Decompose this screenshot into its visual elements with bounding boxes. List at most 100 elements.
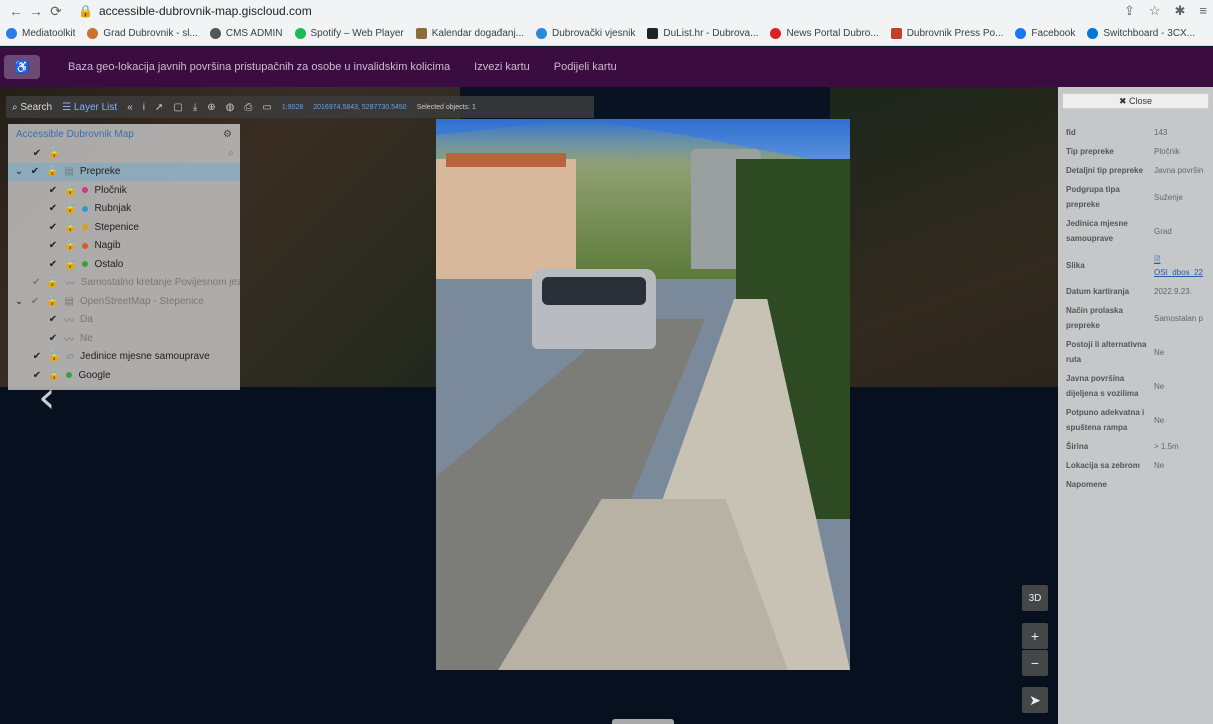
bookmark[interactable]: Mediatoolkit [6, 28, 75, 39]
layer-item-ne[interactable]: ✔ 〰 Ne [8, 329, 240, 348]
attribute-key: Detaljni tip prepreke [1066, 166, 1143, 175]
export-map-link[interactable]: Izvezi kartu [474, 61, 530, 73]
3d-button[interactable]: 3D [1022, 585, 1048, 611]
layer-item-rubnjak[interactable]: ✔ 🔒 Rubnjak [8, 200, 240, 219]
bookmark[interactable]: Dubrovački vjesnik [536, 28, 635, 39]
lock-icon: 🔒 [64, 203, 77, 215]
bookmark[interactable]: DuList.hr - Dubrova... [647, 28, 758, 39]
attribute-value: Ne [1154, 381, 1165, 391]
info-icon[interactable]: i [143, 102, 145, 113]
address-bar[interactable]: 🔒 accessible-dubrovnik-map.giscloud.com [78, 4, 312, 18]
bookmark[interactable]: CMS ADMIN [209, 28, 283, 39]
check-icon[interactable]: ✔ [48, 333, 58, 344]
search-icon[interactable]: ⌕ [228, 148, 234, 159]
bookmark[interactable]: News Portal Dubro... [770, 28, 879, 39]
photo-van [532, 269, 656, 349]
attribute-row: Napomene [1058, 475, 1213, 494]
logo-icon[interactable]: ♿ [4, 55, 40, 79]
download-icon[interactable]: ⤓ [193, 102, 197, 113]
settings-icon[interactable]: ⚙ [223, 129, 232, 140]
check-icon[interactable]: ✔ [48, 240, 58, 251]
attribute-key: Postoji li alternativna ruta [1066, 340, 1147, 364]
layer-item-plocnik[interactable]: ✔ 🔒 Pločnik [8, 181, 240, 200]
globe-icon[interactable]: ◍ [226, 102, 235, 113]
print-icon[interactable]: ⎙ [244, 102, 252, 113]
layer-item-samostalno[interactable]: ✔ 🔒 〰 Samostalno kretanje Povijesnom jezg… [8, 274, 240, 293]
lock-icon[interactable]: 🔒 [48, 148, 60, 159]
lock-icon: 🔒 [46, 295, 59, 307]
zoom-icon[interactable]: ⊕ [207, 102, 215, 113]
extensions-icon[interactable]: ✱ [1175, 3, 1186, 19]
image-link[interactable]: 🗎 OSI_dbos_22 [1154, 254, 1209, 277]
back-icon[interactable]: ← [6, 3, 26, 19]
check-icon[interactable]: ✔ [32, 277, 40, 288]
check-icon[interactable]: ✔ [48, 259, 58, 270]
folder-icon: ▤ [64, 166, 74, 178]
collapse-icon[interactable]: « [127, 102, 133, 113]
check-icon[interactable]: ✔ [48, 222, 58, 233]
bookmark[interactable]: Grad Dubrovnik - sl... [87, 28, 198, 39]
check-icon[interactable]: ✔ [48, 185, 58, 196]
legend-dot-icon [66, 372, 73, 379]
layer-item-jedinice[interactable]: ✔ 🔒 ▱ Jedinice mjesne samouprave [8, 348, 240, 367]
bookmark[interactable]: Switchboard - 3CX... [1087, 28, 1195, 39]
attribute-row: Način prolaska prepreke Samostalan p [1058, 301, 1213, 335]
search-button[interactable]: ⌕ Search [12, 102, 52, 113]
calendar-icon [415, 28, 427, 39]
map-canvas[interactable]: ⌕ Search ☰ Layer List « i ➚ ▢ ⤓ ⊕ ◍ ⎙ ▭ … [0, 87, 1213, 724]
bookmark[interactable]: Dubrovnik Press Po... [890, 28, 1003, 39]
attribute-key: Datum kartiranja [1066, 287, 1130, 296]
zoom-out-button[interactable]: − [1022, 650, 1048, 676]
zoom-in-button[interactable]: + [1022, 623, 1048, 649]
attribute-key: Podgrupa tipa prepreke [1066, 185, 1120, 209]
layer-root[interactable]: Accessible Dubrovnik Map ⚙ [8, 124, 240, 144]
layer-label: Ne [80, 332, 93, 344]
bookmarks-bar: Mediatoolkit Grad Dubrovnik - sl... CMS … [0, 22, 1213, 46]
layer-item-nagib[interactable]: ✔ 🔒 Nagib [8, 237, 240, 256]
attribute-row: Potpuno adekvatna i spuštena rampa Ne [1058, 403, 1213, 437]
bookmark[interactable]: Spotify – Web Player [294, 28, 404, 39]
bookmark-label: Dubrovački vjesnik [552, 28, 636, 39]
share-icon[interactable]: ⇪ [1124, 3, 1135, 19]
layer-item-osm[interactable]: ⌄ ✔ 🔒 ▤ OpenStreetMap - Stepenice [8, 292, 240, 311]
bookmark[interactable]: Facebook [1015, 28, 1075, 39]
previous-photo-arrow-icon[interactable]: ‹ [38, 372, 56, 423]
bookmark[interactable]: Kalendar događanj... [415, 28, 524, 39]
lock-icon: 🔒 [48, 351, 61, 363]
pointer-icon[interactable]: ➚ [155, 102, 163, 113]
layer-item-ostalo[interactable]: ✔ 🔒 Ostalo [8, 255, 240, 274]
check-icon[interactable]: ✔ [32, 351, 42, 362]
reading-list-icon[interactable]: ≡ [1199, 3, 1207, 19]
list-icon: ☰ [62, 101, 72, 113]
address-text[interactable]: accessible-dubrovnik-map.giscloud.com [99, 4, 312, 18]
forward-icon[interactable]: → [26, 3, 46, 19]
locate-icon[interactable]: ➤ [1022, 687, 1048, 713]
bookmark-icon [890, 28, 902, 39]
expand-icon[interactable]: ⌄ [14, 296, 24, 307]
select-box-icon[interactable]: ▢ [173, 102, 182, 113]
layer-list-button[interactable]: ☰ Layer List [62, 102, 117, 113]
app-header: ♿ Baza geo-lokacija javnih površina pris… [0, 47, 1213, 87]
close-button[interactable]: ✖ Close [1062, 93, 1209, 109]
attribute-key: Lokacija sa zebrom [1066, 461, 1140, 470]
check-icon[interactable]: ✔ [30, 166, 40, 177]
check-icon[interactable]: ✔ [32, 148, 42, 159]
expand-icon[interactable]: ⌄ [14, 166, 24, 177]
layer-item-da[interactable]: ✔ 〰 Da [8, 311, 240, 330]
check-icon[interactable]: ✔ [48, 203, 58, 214]
layer-item-prepreke[interactable]: ⌄ ✔ 🔒 ▤ Prepreke [8, 162, 240, 181]
share-map-link[interactable]: Podijeli kartu [554, 61, 617, 73]
layer-item-stepenice[interactable]: ✔ 🔒 Stepenice [8, 218, 240, 237]
attribute-value: > 1.5m [1154, 442, 1179, 451]
bottom-drawer-handle[interactable] [612, 719, 674, 724]
measure-icon[interactable]: ▭ [262, 102, 271, 113]
attribute-row: Lokacija sa zebrom Ne [1058, 456, 1213, 475]
check-icon[interactable]: ✔ [30, 296, 40, 307]
layer-label: Nagib [94, 240, 121, 252]
facebook-icon [1015, 28, 1027, 39]
attribute-panel: ✖ Close fid 143 Tip prepreke Pločnik Detal… [1058, 87, 1213, 724]
bookmark-label: Spotify – Web Player [310, 28, 404, 39]
reload-icon[interactable]: ⟳ [46, 3, 66, 20]
check-icon[interactable]: ✔ [48, 314, 58, 325]
star-icon[interactable]: ☆ [1149, 3, 1161, 19]
